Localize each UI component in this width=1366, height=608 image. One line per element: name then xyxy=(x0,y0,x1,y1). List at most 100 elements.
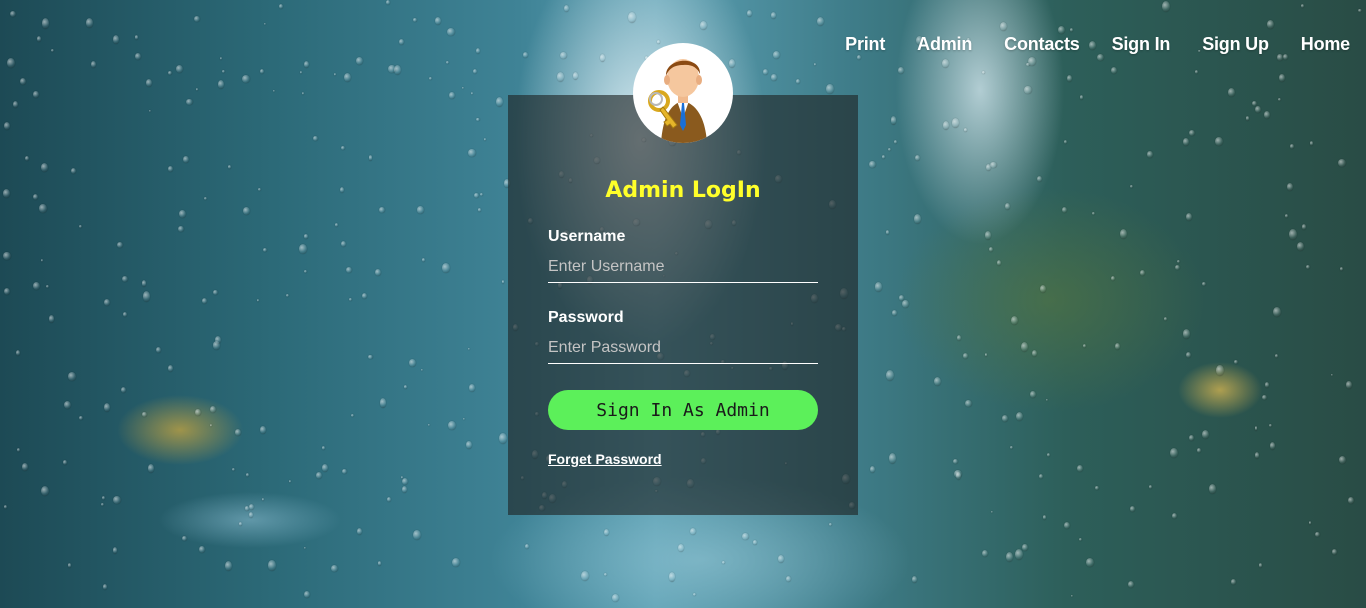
raindrop xyxy=(1086,558,1094,568)
raindrop xyxy=(468,148,476,157)
raindrop xyxy=(299,71,303,75)
raindrop xyxy=(1170,448,1178,459)
raindrop xyxy=(1263,110,1270,120)
raindrop xyxy=(869,160,876,169)
raindrop xyxy=(340,241,346,248)
raindrop xyxy=(33,282,41,290)
raindrop xyxy=(167,365,173,373)
password-input[interactable] xyxy=(548,333,818,364)
raindrop xyxy=(68,372,76,381)
raindrop xyxy=(263,22,266,25)
raindrop xyxy=(183,155,189,163)
raindrop xyxy=(678,543,685,552)
raindrop xyxy=(123,311,128,317)
raindrop xyxy=(1274,353,1278,359)
raindrop xyxy=(217,80,225,90)
raindrop xyxy=(248,511,254,518)
raindrop xyxy=(522,52,529,59)
nav-sign-up[interactable]: Sign Up xyxy=(1202,34,1269,55)
raindrop xyxy=(501,280,505,284)
raindrop xyxy=(771,74,777,81)
raindrop xyxy=(897,67,904,74)
raindrop xyxy=(449,92,455,100)
forget-password-link[interactable]: Forget Password xyxy=(548,451,662,467)
raindrop xyxy=(628,11,637,24)
raindrop xyxy=(1330,373,1333,376)
raindrop xyxy=(245,506,249,511)
raindrop xyxy=(913,214,922,225)
raindrop xyxy=(580,571,589,582)
raindrop xyxy=(19,77,27,86)
raindrop xyxy=(1162,1,1171,13)
raindrop xyxy=(1024,85,1032,95)
raindrop xyxy=(441,262,450,273)
raindrop xyxy=(1188,130,1195,137)
raindrop xyxy=(68,563,72,568)
raindrop xyxy=(238,522,242,526)
username-input[interactable] xyxy=(548,252,818,283)
raindrop xyxy=(1130,185,1133,189)
raindrop xyxy=(37,36,42,42)
raindrop xyxy=(85,17,94,28)
raindrop xyxy=(422,258,426,263)
raindrop xyxy=(1258,563,1262,568)
raindrop xyxy=(762,69,768,75)
raindrop xyxy=(656,39,661,44)
raindrop xyxy=(260,426,266,435)
raindrop xyxy=(1234,359,1239,365)
raindrop xyxy=(1297,242,1305,251)
raindrop xyxy=(1306,265,1310,270)
raindrop xyxy=(611,593,620,603)
raindrop xyxy=(890,116,897,125)
admin-key-avatar-icon xyxy=(648,59,707,143)
raindrop xyxy=(770,12,776,19)
raindrop xyxy=(258,188,262,191)
raindrop xyxy=(1269,441,1276,450)
nav-print[interactable]: Print xyxy=(845,34,885,55)
raindrop xyxy=(304,270,308,274)
raindrop xyxy=(882,155,886,159)
raindrop xyxy=(399,38,405,46)
raindrop xyxy=(212,341,221,350)
raindrop xyxy=(942,120,950,130)
raindrop xyxy=(941,58,949,69)
top-nav: Print Admin Contacts Sign In Sign Up Hom… xyxy=(845,34,1350,55)
nav-admin[interactable]: Admin xyxy=(917,34,972,55)
raindrop xyxy=(321,445,326,450)
raindrop xyxy=(156,347,161,354)
raindrop xyxy=(1194,70,1198,75)
raindrop xyxy=(113,35,120,45)
raindrop xyxy=(379,398,387,409)
raindrop xyxy=(996,259,1002,266)
raindrop xyxy=(101,503,104,507)
raindrop xyxy=(417,206,424,214)
nav-home[interactable]: Home xyxy=(1301,34,1350,55)
raindrop xyxy=(1202,429,1210,439)
raindrop xyxy=(1302,224,1307,230)
nav-sign-in[interactable]: Sign In xyxy=(1112,34,1171,55)
raindrop xyxy=(301,91,305,95)
raindrop xyxy=(316,471,323,479)
raindrop xyxy=(525,543,530,549)
raindrop xyxy=(785,575,791,583)
raindrop xyxy=(1129,505,1135,512)
raindrop xyxy=(1310,141,1314,146)
nav-contacts[interactable]: Contacts xyxy=(1004,34,1080,55)
raindrop xyxy=(1174,264,1180,270)
raindrop xyxy=(15,349,21,356)
raindrop xyxy=(241,74,250,83)
raindrop xyxy=(249,503,255,510)
raindrop xyxy=(112,547,118,555)
raindrop xyxy=(1216,364,1224,377)
raindrop xyxy=(1082,343,1086,348)
raindrop xyxy=(886,369,894,381)
raindrop xyxy=(446,27,455,36)
raindrop xyxy=(272,89,276,93)
raindrop xyxy=(1063,522,1070,530)
raindrop xyxy=(145,78,152,87)
raindrop xyxy=(982,71,985,75)
raindrop xyxy=(357,528,363,535)
raindrop xyxy=(120,386,127,393)
sign-in-as-admin-button[interactable]: Sign In As Admin xyxy=(548,390,818,430)
raindrop xyxy=(402,478,409,486)
